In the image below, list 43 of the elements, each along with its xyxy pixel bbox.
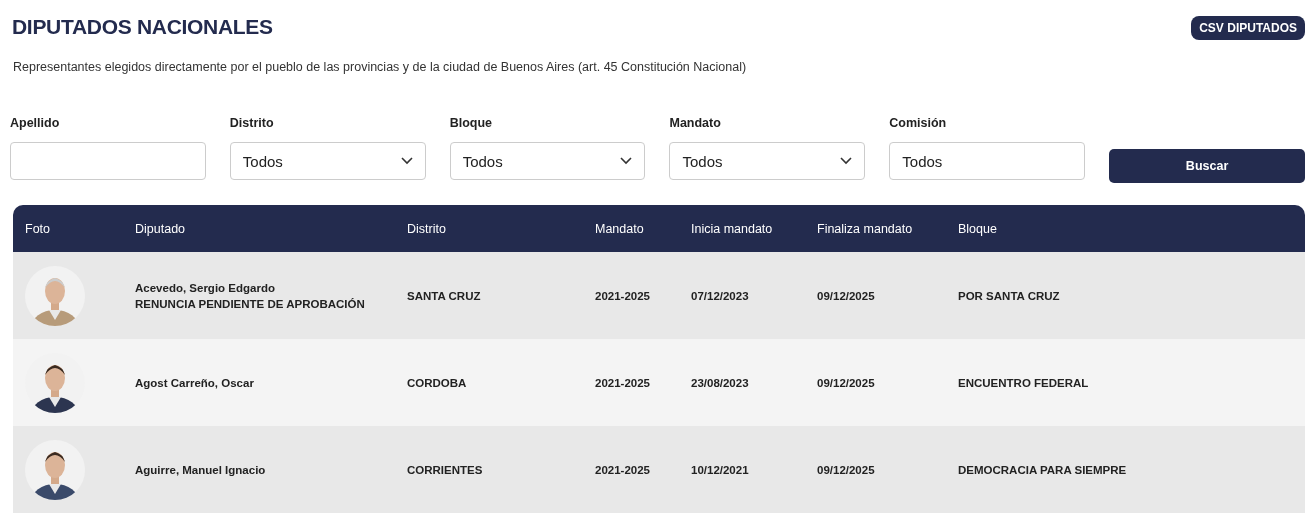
column-header: Diputado bbox=[135, 221, 187, 236]
filter-label: Mandato bbox=[669, 116, 722, 130]
column-header: Inicia mandato bbox=[691, 221, 774, 236]
filter-label: Bloque bbox=[449, 116, 493, 130]
table-cell-text: 2021-2025 bbox=[595, 289, 651, 302]
table-cell-text: 2021-2025 bbox=[595, 463, 651, 476]
table-cell-text: CORRIENTES bbox=[407, 463, 484, 476]
deputy-name: Aguirre, Manuel Ignacio bbox=[135, 463, 267, 476]
text-input-field[interactable] bbox=[10, 142, 206, 180]
text-input-field[interactable]: Todos bbox=[889, 142, 1086, 180]
table-cell-text: 2021-2025 bbox=[595, 376, 651, 389]
column-header: Mandato bbox=[595, 221, 645, 236]
page-title: DIPUTADOS NACIONALES bbox=[12, 15, 273, 39]
table-cell-text: 09/12/2025 bbox=[817, 376, 876, 389]
chevron-down-icon bbox=[620, 157, 633, 165]
page-subtitle: Representantes elegidos directamente por el pueblo de las provincias y de la ciudad de Buenos Aires (art. 45 Constitución Nacional) bbox=[13, 60, 748, 74]
filter-label: Comisión bbox=[889, 116, 948, 130]
table-cell-text: POR SANTA CRUZ bbox=[958, 289, 1061, 302]
deputy-name: Acevedo, Sergio Edgardo bbox=[135, 281, 276, 294]
dropdown-field[interactable]: Todos bbox=[669, 142, 866, 180]
table-cell-text: 10/12/2021 bbox=[691, 463, 750, 476]
csv-download-button[interactable]: CSV DIPUTADOS bbox=[1191, 16, 1305, 40]
dropdown-field[interactable]: Todos bbox=[229, 142, 426, 180]
table-cell-text: ENCUENTRO FEDERAL bbox=[958, 376, 1090, 389]
deputy-name: Agost Carreño, Oscar bbox=[135, 376, 255, 389]
column-header: Distrito bbox=[407, 221, 447, 236]
table-cell-text: DEMOCRACIA PARA SIEMPRE bbox=[958, 463, 1128, 476]
column-header: Foto bbox=[25, 221, 51, 236]
column-header: Finaliza mandato bbox=[817, 221, 914, 236]
dropdown-field[interactable]: Todos bbox=[449, 142, 646, 180]
table-cell-text: SANTA CRUZ bbox=[407, 289, 482, 302]
column-header: Bloque bbox=[958, 221, 998, 236]
table-cell-text: 09/12/2025 bbox=[817, 463, 876, 476]
chevron-down-icon bbox=[840, 157, 853, 165]
table-cell-text: CORDOBA bbox=[407, 376, 468, 389]
table-cell-text: 09/12/2025 bbox=[817, 289, 876, 302]
chevron-down-icon bbox=[400, 157, 413, 165]
filter-label: Distrito bbox=[229, 116, 275, 130]
table-cell-text: 23/08/2023 bbox=[691, 376, 750, 389]
table-cell-text: 07/12/2023 bbox=[691, 289, 750, 302]
status-note: RENUNCIA PENDIENTE DE APROBACIÓN bbox=[135, 297, 366, 310]
search-button[interactable]: Buscar bbox=[1109, 149, 1305, 183]
filter-label: Apellido bbox=[10, 116, 61, 130]
